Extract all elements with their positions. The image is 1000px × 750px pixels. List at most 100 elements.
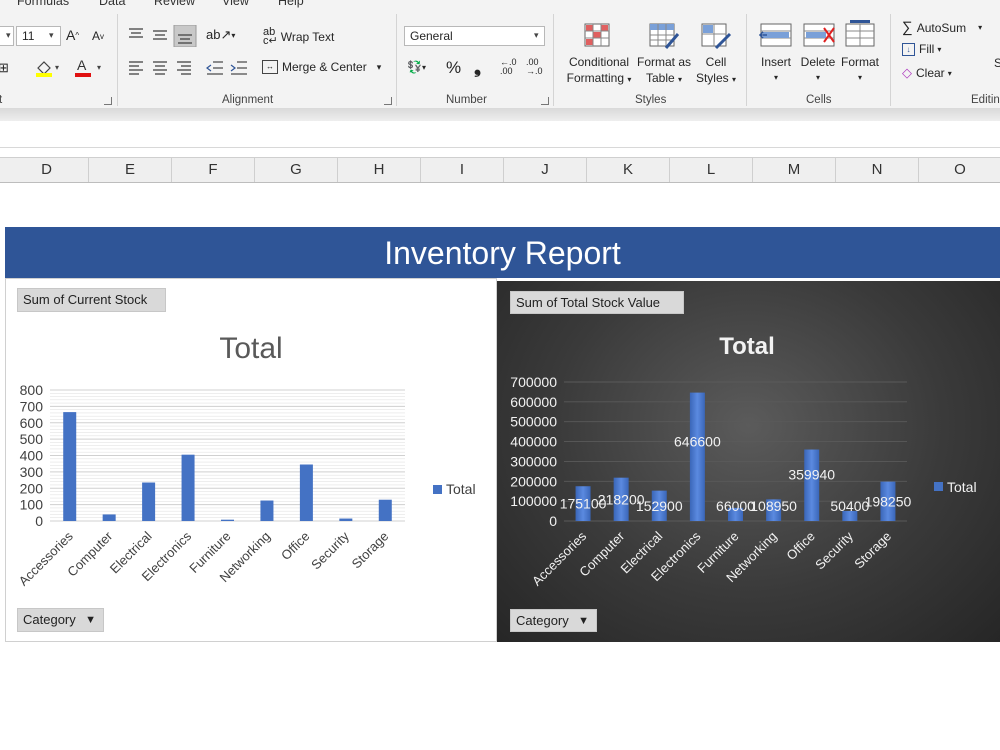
column-header-g[interactable]: G	[255, 158, 338, 182]
clear-button[interactable]: ◇ Clear ▾	[902, 65, 952, 81]
legend-label: Total	[446, 481, 476, 497]
column-header-n[interactable]: N	[836, 158, 919, 182]
column-header-o[interactable]: O	[919, 158, 1000, 182]
tab-view[interactable]: View	[222, 0, 249, 8]
font-dialog-launcher-icon[interactable]	[104, 97, 112, 105]
tab-data[interactable]: Data	[99, 0, 125, 8]
x-tick-label: Accessories	[529, 528, 590, 589]
accounting-format-icon[interactable]: 💱 ▾	[407, 60, 426, 74]
insert-button[interactable]: Insert ▾	[757, 54, 795, 86]
bar-security[interactable]	[339, 518, 353, 521]
value-field-button[interactable]: Sum of Current Stock	[17, 288, 166, 312]
column-header-i[interactable]: I	[421, 158, 504, 182]
column-headers: D E F G H I J K L M N O	[0, 157, 1000, 183]
y-tick-label: 100000	[510, 493, 557, 509]
eraser-icon: ◇	[902, 65, 912, 80]
chevron-down-icon: ▾	[376, 61, 382, 72]
svg-text:▾: ▾	[97, 63, 101, 72]
number-format-combo[interactable]: General	[404, 26, 545, 46]
bar-accessories[interactable]	[63, 412, 77, 521]
bar-networking[interactable]	[260, 500, 274, 521]
y-tick-label: 0	[35, 513, 43, 529]
category-filter-button[interactable]: Category ▼	[510, 609, 597, 632]
wrap-text-button[interactable]: ab c↵ Wrap Text	[263, 27, 334, 47]
chevron-down-icon: ▾	[732, 75, 737, 84]
chart-total-stock-value-svg: 1751002182001529006466006600010895035994…	[510, 333, 976, 589]
cell-styles-button[interactable]: Cell Styles ▾	[694, 54, 738, 88]
column-header-e[interactable]: E	[89, 158, 172, 182]
sort-filter-partial[interactable]: S	[994, 56, 1000, 70]
bar-computer[interactable]	[102, 514, 116, 521]
legend-swatch	[934, 482, 943, 491]
number-dialog-launcher-icon[interactable]	[541, 97, 549, 105]
group-divider	[553, 14, 554, 106]
y-tick-label: 400	[20, 448, 44, 464]
tab-help[interactable]: Help	[278, 0, 304, 8]
column-header-k[interactable]: K	[587, 158, 670, 182]
group-divider	[890, 14, 891, 106]
font-color-button[interactable]: A ▾	[74, 57, 106, 79]
ribbon-shadow	[0, 108, 1000, 121]
fill-color-button[interactable]: ▾	[34, 58, 62, 78]
decrease-font-size-icon[interactable]: Av	[92, 29, 104, 43]
bar-storage[interactable]	[378, 499, 392, 521]
category-filter-button[interactable]: Category ▼	[17, 608, 104, 632]
ribbon: Formulas Data Review View Help ▾ 11 ▾ A ^…	[0, 0, 1000, 110]
value-field-button[interactable]: Sum of Total Stock Value	[510, 291, 684, 314]
merge-center-label: Merge & Center	[282, 60, 367, 74]
format-label: Format	[840, 55, 879, 69]
format-button[interactable]: Format ▾	[838, 54, 882, 86]
merge-center-button[interactable]: ↔ Merge & Center ▾	[262, 60, 381, 74]
alignment-dialog-launcher-icon[interactable]	[384, 97, 392, 105]
cell-styles-label-line2: Styles	[695, 71, 729, 85]
increase-font-size-icon[interactable]: A ^	[66, 27, 79, 43]
pivot-chart-current-stock[interactable]: 0 100 200 300 400 500 600 700 800 Accessories Com…	[5, 278, 497, 642]
bar-office[interactable]	[804, 449, 820, 521]
format-as-table-button[interactable]: Format as Table ▾	[634, 54, 694, 88]
bar-office[interactable]	[299, 464, 313, 521]
y-tick-label: 500	[20, 431, 44, 447]
chevron-down-icon: ▾	[815, 73, 820, 82]
orientation-icon[interactable]: ab↗ ▾	[206, 27, 235, 43]
bar-furniture[interactable]	[221, 519, 234, 521]
delete-button[interactable]: Delete ▾	[798, 54, 838, 86]
tab-formulas[interactable]: Formulas	[17, 0, 69, 8]
x-tick-label: Storage	[349, 529, 392, 572]
conditional-formatting-icon	[584, 23, 610, 47]
bar-electrical[interactable]	[142, 482, 156, 521]
column-header-j[interactable]: J	[504, 158, 587, 182]
tab-review[interactable]: Review	[154, 0, 195, 8]
font-size-combo[interactable]: 11	[16, 26, 61, 46]
column-header-l[interactable]: L	[670, 158, 753, 182]
column-header-d[interactable]: D	[5, 158, 89, 182]
borders-icon[interactable]: ⊞	[0, 60, 9, 76]
increase-decimal-icon[interactable]: ←.0.00	[500, 58, 517, 76]
bar-electronics[interactable]	[181, 454, 195, 521]
conditional-formatting-label-line1: Conditional	[568, 55, 630, 69]
group-label-cells: Cells	[806, 94, 832, 106]
conditional-formatting-button[interactable]: Conditional Formatting ▾	[563, 54, 635, 88]
column-header-f[interactable]: F	[172, 158, 255, 182]
column-header-h[interactable]: H	[338, 158, 421, 182]
group-label-styles: Styles	[635, 94, 667, 106]
pivot-chart-total-stock-value[interactable]: 175100 218200 152900 646600 66000 108950 35994…	[497, 281, 1000, 642]
percent-style-icon[interactable]: %	[446, 58, 461, 78]
fill-button[interactable]: ↓ Fill ▾	[902, 42, 941, 56]
x-tick-label: Security	[308, 528, 352, 572]
group-label-alignment: Alignment	[222, 94, 274, 106]
group-divider	[396, 14, 397, 106]
data-label: 198250	[865, 493, 912, 509]
format-as-table-label-line2: Table	[645, 71, 675, 85]
chart-title: Total	[219, 332, 282, 365]
column-header-m[interactable]: M	[753, 158, 836, 182]
comma-style-icon[interactable]: ❟	[474, 57, 481, 78]
chevron-down-icon: ▾	[978, 23, 983, 32]
chevron-down-icon: ▾	[947, 68, 952, 78]
autosum-button[interactable]: ∑ AutoSum ▾	[902, 19, 982, 36]
chevron-down-icon: ▾	[6, 30, 11, 40]
x-tick-label: Storage	[851, 529, 894, 572]
formula-bar[interactable]	[0, 121, 1000, 148]
chevron-down-icon: ▾	[773, 73, 778, 82]
bar-electronics[interactable]	[689, 392, 705, 521]
decrease-decimal-icon[interactable]: .00 →.0	[526, 58, 543, 76]
